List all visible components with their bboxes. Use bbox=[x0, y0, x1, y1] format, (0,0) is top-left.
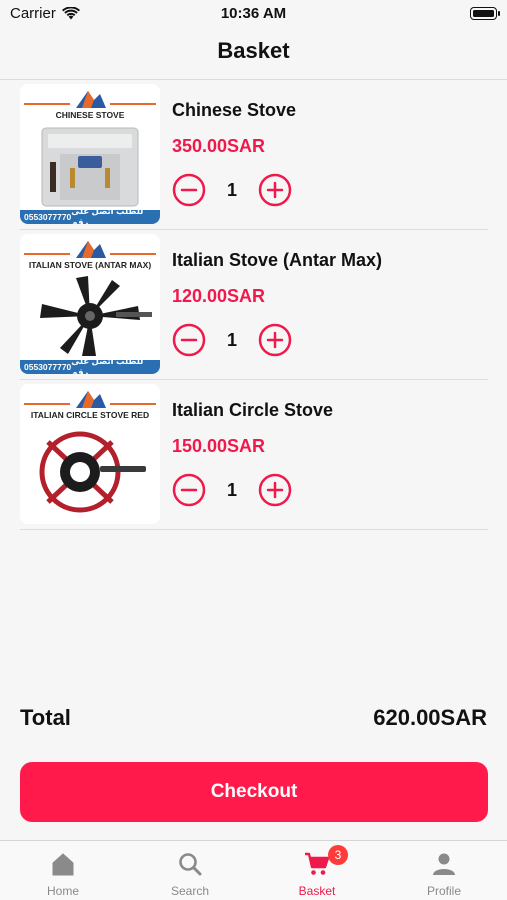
item-name: Italian Stove (Antar Max) bbox=[172, 250, 383, 270]
tab-basket[interactable]: 3 Basket bbox=[254, 841, 380, 900]
image-phone-number: 0553077770 bbox=[24, 362, 72, 372]
increase-quantity-button[interactable] bbox=[258, 473, 292, 507]
quantity-value: 1 bbox=[226, 479, 237, 500]
tab-label: Home bbox=[46, 884, 79, 898]
image-caption: CHINESE STOVE bbox=[55, 110, 125, 120]
product-image[interactable]: ITALIAN STOVE (ANTAR MAX) 0553077770 للط… bbox=[20, 234, 160, 374]
image-phone-number: 0553077770 bbox=[24, 212, 72, 222]
brand-logo bbox=[20, 88, 160, 110]
status-bar: Carrier 10:36 AM bbox=[0, 0, 507, 28]
brand-logo bbox=[20, 238, 160, 260]
image-phone-strip: 0553077770 للطلب اتصل على رقم bbox=[20, 206, 160, 224]
image-caption: ITALIAN CIRCLE STOVE RED bbox=[30, 410, 150, 420]
item-price: 350.00SAR bbox=[172, 136, 266, 156]
product-photo bbox=[20, 122, 160, 210]
tab-profile[interactable]: Profile bbox=[381, 841, 507, 900]
tab-bar: Home Search 3 Basket Profile bbox=[0, 840, 507, 900]
tab-home[interactable]: Home bbox=[0, 841, 126, 900]
decrease-quantity-button[interactable] bbox=[172, 173, 206, 207]
tab-search[interactable]: Search bbox=[127, 841, 253, 900]
cart-icon bbox=[305, 852, 330, 875]
image-caption: ITALIAN STOVE (ANTAR MAX) bbox=[28, 260, 152, 270]
item-name: Italian Circle Stove bbox=[172, 400, 334, 420]
basket-count-badge: 3 bbox=[328, 845, 348, 865]
product-photo bbox=[20, 422, 160, 513]
item-price: 120.00SAR bbox=[172, 286, 266, 306]
decrease-quantity-button[interactable] bbox=[172, 323, 206, 357]
total-label: Total bbox=[20, 705, 71, 730]
product-photo bbox=[20, 272, 160, 360]
search-icon bbox=[179, 853, 202, 876]
image-phone-label: للطلب اتصل على رقم bbox=[71, 206, 144, 224]
basket-item: ITALIAN STOVE (ANTAR MAX) 0553077770 للط… bbox=[20, 230, 488, 380]
image-phone-strip: 0553077770 للطلب اتصل على رقم bbox=[20, 356, 160, 374]
basket-item: ITALIAN CIRCLE STOVE RED Italian Circle … bbox=[20, 380, 488, 530]
brand-logo bbox=[20, 388, 160, 410]
person-icon bbox=[433, 853, 455, 875]
decrease-quantity-button[interactable] bbox=[172, 473, 206, 507]
battery-icon bbox=[470, 7, 500, 20]
quantity-stepper: 1 bbox=[172, 472, 292, 508]
image-phone-label: للطلب اتصل على رقم bbox=[71, 356, 144, 374]
item-price: 150.00SAR bbox=[172, 436, 266, 456]
home-icon bbox=[52, 853, 74, 876]
product-image[interactable]: ITALIAN CIRCLE STOVE RED bbox=[20, 384, 160, 524]
total-value: 620.00SAR bbox=[373, 705, 487, 730]
checkout-button[interactable]: Checkout bbox=[20, 762, 488, 822]
product-image[interactable]: CHINESE STOVE 0553077770 للطلب اتصل على … bbox=[20, 84, 160, 224]
increase-quantity-button[interactable] bbox=[258, 173, 292, 207]
tab-label: Profile bbox=[426, 884, 461, 898]
quantity-stepper: 1 bbox=[172, 172, 292, 208]
navigation-bar: Basket bbox=[0, 28, 507, 80]
tab-label: Basket bbox=[298, 884, 336, 898]
clock: 10:36 AM bbox=[220, 5, 287, 22]
quantity-value: 1 bbox=[226, 329, 237, 350]
total-row: Total 620.00SAR bbox=[20, 705, 487, 735]
quantity-value: 1 bbox=[226, 179, 237, 200]
tab-label: Search bbox=[170, 884, 210, 898]
item-name: Chinese Stove bbox=[172, 100, 297, 120]
page-title: Basket bbox=[217, 38, 290, 63]
quantity-stepper: 1 bbox=[172, 322, 292, 358]
basket-item: CHINESE STOVE 0553077770 للطلب اتصل على … bbox=[20, 80, 488, 230]
increase-quantity-button[interactable] bbox=[258, 323, 292, 357]
